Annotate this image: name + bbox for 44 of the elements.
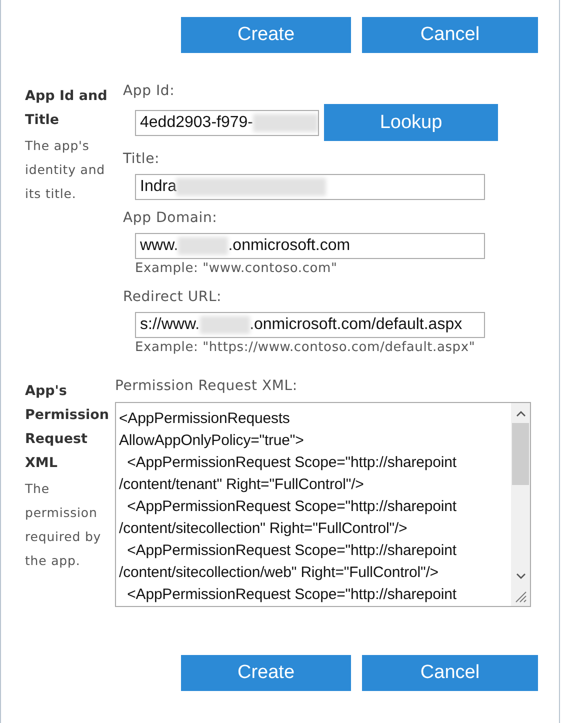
field-label: Title:: [123, 150, 161, 169]
xml-line: <AppPermissionRequest Scope="http://sharepoint: [126, 497, 458, 517]
scrollbar-thumb[interactable]: [512, 423, 529, 485]
redacted-block: [200, 316, 250, 334]
field-value: .onmicrosoft.com: [228, 237, 350, 255]
field-label: App Domain:: [123, 209, 218, 228]
xml-line: /content/sitecollection/web" Right="FullControl"/>: [119, 563, 440, 583]
scroll-up-icon[interactable]: [516, 411, 526, 417]
action-button[interactable]: Create: [181, 17, 351, 53]
field-hint: Example: "www.contoso.com": [134, 260, 338, 278]
field-value: 4edd2903-f979-: [140, 114, 253, 132]
section-description: The permission required by the app.: [25, 480, 102, 570]
xml-line: <AppPermissionRequests: [119, 409, 291, 429]
xml-line: /content/tenant" Right="FullControl"/>: [119, 475, 365, 495]
text-field[interactable]: s://www. .onmicrosoft.com/default.aspx: [135, 312, 485, 338]
field-value: .onmicrosoft.com/default.aspx: [250, 316, 462, 334]
scrollbar[interactable]: [511, 403, 530, 606]
resize-grip-icon[interactable]: [514, 591, 526, 603]
field-value: www.: [140, 237, 178, 255]
scroll-down-icon[interactable]: [516, 573, 526, 579]
section-heading: App Id and Title: [25, 87, 108, 130]
action-button[interactable]: Cancel: [362, 655, 538, 691]
text-field[interactable]: www. .onmicrosoft.com: [135, 233, 485, 259]
field-value: s://www.: [140, 316, 200, 334]
xml-text-area[interactable]: [115, 402, 531, 607]
xml-line: AllowAppOnlyPolicy="true">: [119, 431, 305, 451]
field-hint: Example: "https://www.contoso.com/default.aspx": [134, 339, 476, 357]
field-value: Indra: [140, 178, 176, 196]
xml-line: <AppPermissionRequest Scope="http://sharepoint: [126, 453, 458, 473]
xml-line: <AppPermissionRequest Scope="http://sharepoint: [126, 585, 458, 605]
lookup-button[interactable]: Lookup: [324, 104, 498, 141]
field-label: Permission Request XML:: [115, 377, 298, 396]
redacted-block: [252, 114, 318, 132]
redacted-block: [178, 237, 228, 255]
field-label: Redirect URL:: [123, 288, 223, 307]
xml-line: <AppPermissionRequest Scope="http://sharepoint: [126, 541, 458, 561]
text-field[interactable]: Indra: [135, 174, 485, 200]
section-description: The app's identity and its title.: [25, 137, 106, 203]
field-label: App Id:: [123, 82, 176, 101]
action-button[interactable]: Cancel: [362, 17, 538, 53]
section-heading: App's Permission Request XML: [25, 382, 110, 473]
xml-line: /content/sitecollection" Right="FullControl"/>: [119, 519, 408, 539]
text-field[interactable]: 4edd2903-f979-: [135, 110, 319, 136]
action-button[interactable]: Create: [181, 655, 351, 691]
